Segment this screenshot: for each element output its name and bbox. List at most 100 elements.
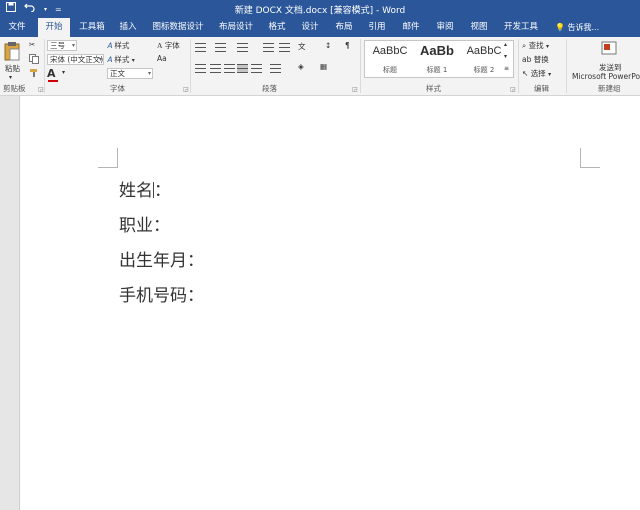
tab-format[interactable]: 格式 [264, 18, 290, 37]
font-color-button[interactable]: A [47, 67, 56, 80]
styles-pane-label: 样式 [114, 41, 130, 50]
styles-scroll-up-icon[interactable]: ▴ [504, 41, 507, 48]
font-letter-icon: A [157, 41, 163, 50]
doc-line-job[interactable]: 职业： [119, 211, 170, 236]
tab-references[interactable]: 引用 [364, 18, 390, 37]
replace-icon: ab [522, 55, 532, 64]
chevron-down-icon: ▾ [545, 43, 549, 50]
tab-home[interactable]: 开始 [38, 18, 70, 37]
select-button[interactable]: ↖ 选择 ▾ [522, 68, 551, 79]
tab-layout[interactable]: 布局 [331, 18, 357, 37]
separator [360, 39, 361, 93]
tab-mailings[interactable]: 邮件 [398, 18, 424, 37]
font-size-value: 三号 [50, 41, 65, 50]
styles-launcher-icon[interactable]: ◲ [510, 86, 516, 93]
paragraph-group-label: 段落 [262, 84, 277, 93]
font-size-combo[interactable]: 三号 ▾ [47, 40, 77, 51]
paragraph-launcher-icon[interactable]: ◲ [352, 86, 358, 93]
align-left-icon[interactable] [195, 64, 206, 73]
styles-gallery: AaBbC 标题 AaBb 标题 1 AaBbC 标题 2 [364, 40, 514, 78]
shading-icon[interactable]: ◈ [298, 62, 304, 71]
clipboard-launcher-icon[interactable]: ◲ [38, 86, 44, 93]
doc-line-name[interactable]: 姓名： [119, 176, 171, 201]
font-color-swatch [48, 80, 58, 82]
sort-icon[interactable]: ↕ [325, 41, 331, 50]
font-launcher-icon[interactable]: ◲ [183, 86, 189, 93]
lightbulb-icon: 💡 [555, 23, 565, 32]
find-button[interactable]: ⌕ 查找 ▾ [522, 40, 549, 51]
bullets-icon[interactable] [195, 43, 206, 52]
chevron-down-icon: ▾ [131, 57, 135, 64]
paste-button[interactable]: 粘贴 [5, 63, 20, 74]
numbering-icon[interactable] [215, 43, 226, 52]
distributed-icon[interactable] [251, 64, 262, 73]
powerpoint-icon[interactable] [601, 40, 617, 58]
replace-label: 替换 [533, 55, 549, 64]
separator [44, 39, 45, 93]
borders-icon[interactable]: ▦ [320, 62, 327, 71]
change-case-button[interactable]: Aa [157, 54, 167, 63]
tab-toolbox[interactable]: 工具箱 [77, 18, 107, 37]
chevron-down-icon: ▾ [71, 42, 75, 49]
tab-review[interactable]: 审阅 [432, 18, 458, 37]
paste-icon[interactable] [4, 41, 20, 63]
align-center-icon[interactable] [210, 64, 221, 73]
style-set-button[interactable]: 𝐴 样式 ▾ [107, 54, 135, 65]
font-family-value: 宋体 (中文正文) [50, 55, 104, 64]
tab-design[interactable]: 设计 [297, 18, 323, 37]
paste-dropdown-icon[interactable]: ▾ [9, 74, 12, 81]
ribbon-tabs: 文件 开始 工具箱 插入 图标数据设计 布局设计 格式 设计 布局 引用 邮件 … [0, 18, 640, 37]
font-dialog-label: 字体 [164, 41, 180, 50]
margin-corner-mark [98, 148, 118, 168]
font-color-dropdown-icon[interactable]: ▾ [62, 69, 65, 76]
style-value: 正文 [110, 69, 125, 78]
replace-button[interactable]: ab 替换 [522, 54, 549, 65]
style-preview: AaBbC [466, 45, 502, 57]
line-spacing-icon[interactable] [270, 64, 281, 73]
style-heading2[interactable]: AaBbC 标题 2 [461, 41, 507, 77]
format-painter-icon[interactable] [29, 68, 39, 80]
tab-insert[interactable]: 插入 [114, 18, 142, 37]
style-set-label: 样式 [114, 55, 130, 64]
style-name: 标题 2 [473, 66, 495, 74]
style-combo[interactable]: 正文 ▾ [107, 68, 153, 79]
document-page[interactable]: 姓名： 职业： 出生年月： 手机号码： [19, 96, 640, 510]
cursor-icon: ↖ [522, 69, 529, 78]
copy-icon[interactable] [29, 54, 39, 66]
style-preview: AaBb [420, 43, 454, 58]
clipboard-group-label: 剪贴板 [3, 84, 26, 93]
tab-icon-data-design[interactable]: 图标数据设计 [148, 18, 208, 37]
style-set-icon: 𝐴 [107, 55, 112, 64]
select-label: 选择 [530, 69, 546, 78]
tab-developer[interactable]: 开发工具 [500, 18, 542, 37]
font-color-letter: A [47, 67, 56, 80]
increase-indent-icon[interactable] [279, 43, 290, 52]
styles-scroll-down-icon[interactable]: ▾ [504, 53, 507, 60]
font-dialog-button[interactable]: A 字体 [157, 40, 180, 51]
decrease-indent-icon[interactable] [263, 43, 274, 52]
style-title[interactable]: AaBbC 标题 [367, 41, 413, 77]
styles-more-icon[interactable]: ≡ [504, 65, 509, 72]
show-marks-icon[interactable]: ¶ [345, 41, 350, 50]
tab-layout-design[interactable]: 布局设计 [214, 18, 258, 37]
separator [566, 39, 567, 93]
justify-icon[interactable] [237, 64, 248, 73]
style-preview: AaBbC [372, 45, 408, 57]
font-family-combo[interactable]: 宋体 (中文正文) ▾ [47, 54, 104, 65]
doc-line-phone[interactable]: 手机号码： [119, 281, 204, 306]
title-bar: ▾ = 新建 DOCX 文档.docx [兼容模式] - Word [0, 0, 640, 18]
multilevel-list-icon[interactable] [237, 43, 248, 52]
tab-file[interactable]: 文件 [4, 18, 30, 37]
style-heading1[interactable]: AaBb 标题 1 [414, 41, 460, 77]
styles-pane-button[interactable]: 𝐴 样式 [107, 40, 129, 51]
find-label: 查找 [528, 41, 544, 50]
align-right-icon[interactable] [224, 64, 235, 73]
tell-me-search[interactable]: 💡 告诉我... [555, 18, 599, 37]
send-to-line2[interactable]: Microsoft PowerPoint [572, 72, 640, 81]
asian-layout-icon[interactable]: 文 [298, 41, 306, 52]
tab-view[interactable]: 视图 [466, 18, 492, 37]
doc-line-birth[interactable]: 出生年月： [119, 246, 204, 271]
editing-group-label: 编辑 [534, 84, 549, 93]
cut-icon[interactable]: ✂ [29, 40, 35, 49]
chevron-down-icon: ▾ [548, 71, 552, 78]
